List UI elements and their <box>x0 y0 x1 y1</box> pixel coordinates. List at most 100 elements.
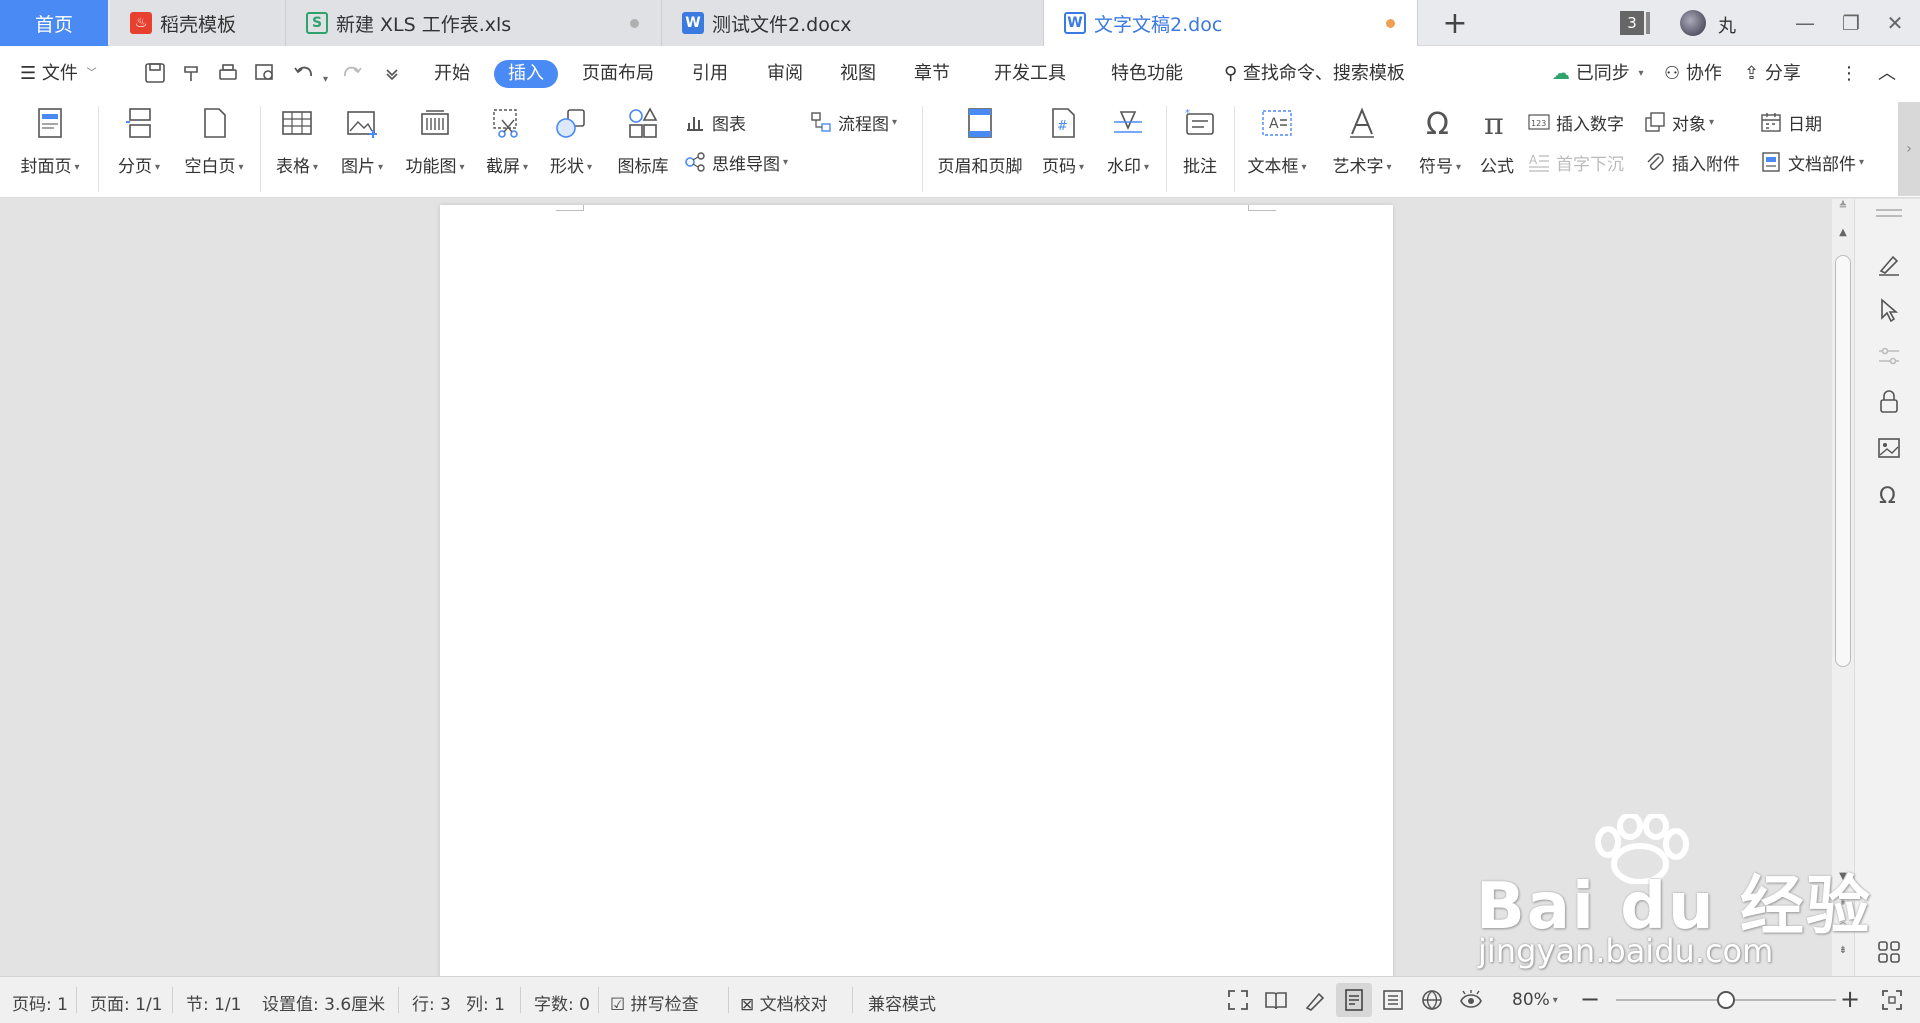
tab-xls[interactable]: S 新建 XLS 工作表.xls <box>286 0 662 46</box>
status-page-number[interactable]: 页码: 1 <box>12 990 68 1015</box>
fullscreen-icon[interactable] <box>1226 988 1250 1012</box>
insert-number-button[interactable]: 123 插入数字 <box>1528 108 1624 136</box>
zoom-in-button[interactable]: + <box>1840 985 1860 1013</box>
page-break-button[interactable]: 分页 ▾ <box>106 100 172 198</box>
textbox-button[interactable]: A 文本框 ▾ <box>1240 100 1314 198</box>
page-view-icon[interactable] <box>1342 988 1366 1012</box>
image-icon[interactable] <box>1876 435 1902 461</box>
scroll-thumb[interactable] <box>1835 255 1851 667</box>
tab-chapter[interactable]: 章节 <box>914 60 950 88</box>
pointer-icon[interactable] <box>1876 297 1902 323</box>
tab-home[interactable]: 首页 <box>0 0 108 46</box>
outline-view-icon[interactable] <box>1381 988 1405 1012</box>
edit-mode-icon[interactable] <box>1303 988 1327 1012</box>
document-page[interactable] <box>440 205 1393 976</box>
tab-start[interactable]: 开始 <box>434 60 470 88</box>
close-button[interactable]: ✕ <box>1880 8 1910 38</box>
restore-button[interactable]: ❐ <box>1836 8 1866 38</box>
watermark-button[interactable]: 水印 ▾ <box>1096 100 1160 198</box>
cover-page-button[interactable]: 封面页 ▾ <box>10 100 90 198</box>
user-name[interactable]: 丸 <box>1718 12 1736 38</box>
tab-references[interactable]: 引用 <box>692 60 728 88</box>
redo-icon[interactable] <box>340 61 364 85</box>
tab-view[interactable]: 视图 <box>840 60 876 88</box>
status-row[interactable]: 行: 3 <box>412 990 451 1015</box>
sliders-icon[interactable] <box>1876 343 1902 369</box>
more-menu-icon[interactable]: ⋮ <box>1840 60 1858 88</box>
command-search[interactable]: ⚲ 查找命令、搜索模板 <box>1224 60 1405 88</box>
grid-apps-icon[interactable] <box>1876 939 1902 965</box>
print-preview-icon[interactable] <box>253 61 277 85</box>
zoom-slider-track[interactable] <box>1616 991 1836 1009</box>
lock-icon[interactable] <box>1876 389 1902 415</box>
undo-dropdown-icon[interactable]: ▾ <box>320 66 328 94</box>
formula-button[interactable]: π 公式 <box>1472 100 1522 198</box>
compat-mode-label[interactable]: 兼容模式 <box>868 990 936 1015</box>
spell-check-button[interactable]: ☑ 拼写检查 <box>610 990 699 1015</box>
collaborate-button[interactable]: ⚇ 协作 <box>1664 60 1722 88</box>
screenshot-button[interactable]: 截屏 ▾ <box>476 100 538 198</box>
save-icon[interactable] <box>143 61 167 85</box>
omega-icon[interactable]: Ω <box>1876 481 1902 507</box>
ribbon-scroll-right-icon[interactable]: › <box>1898 102 1920 196</box>
tab-developer[interactable]: 开发工具 <box>994 60 1066 88</box>
tab-insert[interactable]: 插入 <box>494 60 558 88</box>
scroll-up-icon[interactable]: ▲ <box>1832 227 1854 238</box>
customize-toolbar-icon[interactable] <box>380 61 404 85</box>
avatar[interactable] <box>1680 10 1706 36</box>
web-view-icon[interactable] <box>1420 988 1444 1012</box>
doc-parts-button[interactable]: 文档部件 ▾ <box>1760 148 1864 176</box>
tab-doc-active[interactable]: W 文字文稿2.doc <box>1044 0 1418 46</box>
print-icon[interactable] <box>216 61 240 85</box>
page-number-button[interactable]: # 页码 ▾ <box>1034 100 1092 198</box>
tab-docx[interactable]: W 测试文件2.docx <box>662 0 1044 46</box>
tab-review[interactable]: 审阅 <box>767 60 803 88</box>
tab-page-layout[interactable]: 页面布局 <box>582 60 654 88</box>
date-button[interactable]: 日期 <box>1760 108 1822 136</box>
blank-page-button[interactable]: 空白页 ▾ <box>174 100 254 198</box>
object-button[interactable]: 对象 ▾ <box>1644 108 1714 136</box>
symbol-button[interactable]: Ω 符号 ▾ <box>1410 100 1470 198</box>
attachment-button[interactable]: 插入附件 <box>1644 148 1740 176</box>
undo-icon[interactable] <box>292 61 316 85</box>
reading-mode-icon[interactable] <box>1264 988 1288 1012</box>
eye-protection-icon[interactable] <box>1459 988 1483 1012</box>
status-word-count[interactable]: 字数: 0 <box>534 990 590 1015</box>
flowchart-button[interactable]: 流程图 ▾ <box>810 108 897 136</box>
fit-page-icon[interactable] <box>1880 988 1904 1012</box>
status-setting-value[interactable]: 设置值: 3.6厘米 <box>262 990 385 1015</box>
picture-button[interactable]: 图片 ▾ <box>330 100 394 198</box>
chart-button[interactable]: 图表 <box>684 108 746 136</box>
collapse-ribbon-icon[interactable]: ︿ <box>1878 60 1896 88</box>
icon-library-button[interactable]: 图标库 <box>608 100 678 198</box>
minimize-button[interactable]: — <box>1790 8 1820 38</box>
comment-button[interactable]: * 批注 <box>1170 100 1230 198</box>
mindmap-button[interactable]: 思维导图 ▾ <box>684 148 788 176</box>
doc-proofread-button[interactable]: ⊠ 文档校对 <box>740 990 828 1015</box>
status-section[interactable]: 节: 1/1 <box>186 990 242 1015</box>
function-chart-button[interactable]: 功能图 ▾ <box>396 100 474 198</box>
new-tab-button[interactable]: + <box>1438 6 1472 41</box>
share-button[interactable]: ⇪ 分享 <box>1744 60 1801 88</box>
tab-special[interactable]: 特色功能 <box>1111 60 1183 88</box>
zoom-out-button[interactable]: − <box>1580 985 1600 1013</box>
status-column[interactable]: 列: 1 <box>466 990 505 1015</box>
panel-handle-icon[interactable] <box>1876 209 1902 217</box>
svg-text:Ω: Ω <box>1879 484 1896 507</box>
zoom-slider-thumb[interactable] <box>1717 991 1735 1009</box>
drop-cap-button[interactable]: A 首字下沉 <box>1528 148 1624 176</box>
sync-status[interactable]: ☁ 已同步 ▾ <box>1552 60 1644 88</box>
header-footer-button[interactable]: 页眉和页脚 <box>930 100 1030 198</box>
format-painter-icon[interactable] <box>180 61 204 85</box>
zoom-level[interactable]: 80% ▾ <box>1512 990 1558 1010</box>
flowchart-icon <box>811 112 831 132</box>
wordart-button[interactable]: 艺术字 ▾ <box>1320 100 1404 198</box>
scroll-top-icon[interactable]: ≜ <box>1832 201 1854 212</box>
tab-templates[interactable]: ♨ 稻壳模板 <box>110 0 286 46</box>
tab-count-badge[interactable]: 3 <box>1620 11 1644 35</box>
table-button[interactable]: 表格 ▾ <box>266 100 328 198</box>
file-menu[interactable]: ☰ 文件 ﹀ <box>20 60 97 88</box>
status-pages[interactable]: 页面: 1/1 <box>90 990 163 1015</box>
shape-button[interactable]: 形状 ▾ <box>540 100 602 198</box>
pen-icon[interactable] <box>1876 251 1902 277</box>
